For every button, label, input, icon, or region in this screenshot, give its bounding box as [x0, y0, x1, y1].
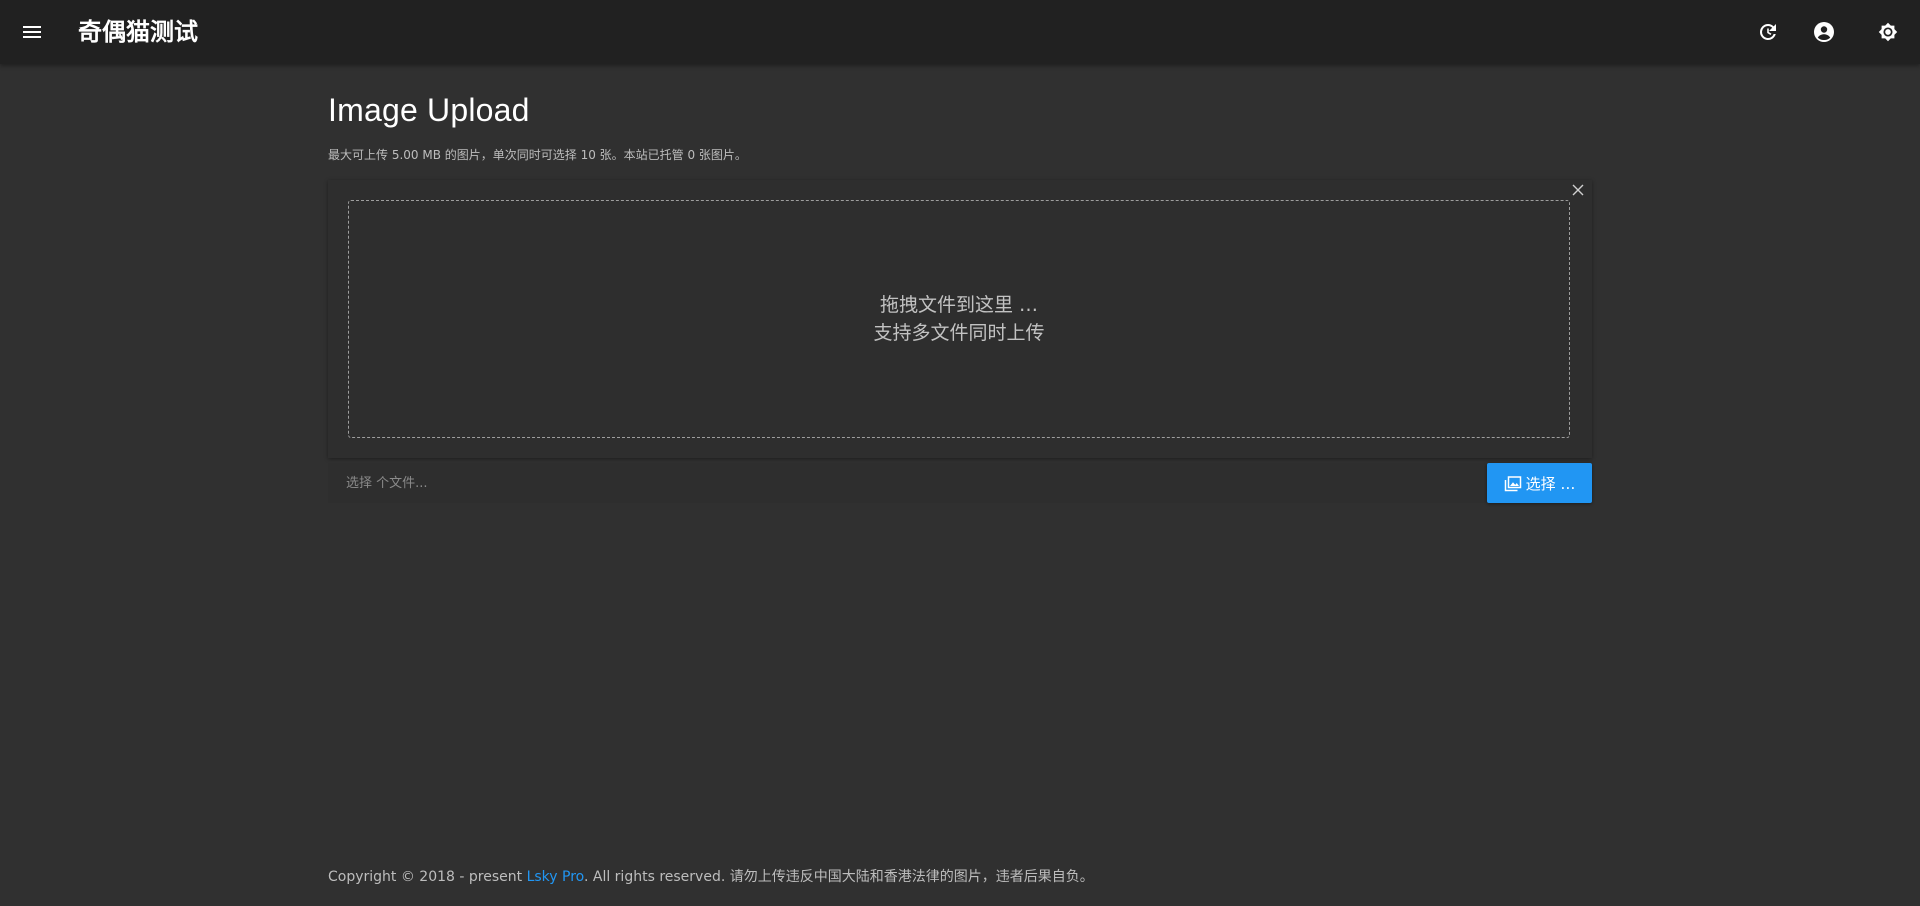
file-name-input[interactable]: [328, 463, 1487, 503]
images-icon: [1504, 476, 1521, 492]
lsky-pro-link[interactable]: Lsky Pro: [527, 869, 584, 885]
drop-zone[interactable]: 拖拽文件到这里 … 支持多文件同时上传: [348, 200, 1570, 438]
menu-icon: [23, 26, 41, 38]
upload-limits-text: 最大可上传 5.00 MB 的图片，单次同时可选择 10 张。本站已托管 0 张…: [328, 148, 747, 162]
app-title: 奇偶猫测试: [78, 18, 198, 46]
upload-card: 拖拽文件到这里 … 支持多文件同时上传: [328, 180, 1592, 458]
page-title: Image Upload: [328, 92, 530, 128]
account-button[interactable]: [1808, 16, 1840, 48]
refresh-icon: [1760, 24, 1776, 40]
theme-toggle-button[interactable]: [1872, 16, 1904, 48]
menu-button[interactable]: [16, 16, 48, 48]
brightness-icon: [1878, 22, 1898, 42]
drop-zone-hint: 拖拽文件到这里 …: [879, 294, 1039, 316]
copyright-text: Copyright © 2018 - present: [328, 869, 527, 885]
close-icon: [1572, 184, 1584, 196]
account-circle-icon: [1814, 22, 1834, 42]
select-files-button[interactable]: 选择 …: [1487, 463, 1592, 503]
footer-disclaimer: . All rights reserved. 请勿上传违反中国大陆和香港法律的图…: [583, 869, 1094, 885]
app-bar: 奇偶猫测试: [0, 0, 1920, 64]
footer: Copyright © 2018 - present Lsky Pro. All…: [328, 866, 1094, 886]
select-files-label: 选择 …: [1525, 474, 1576, 493]
refresh-button[interactable]: [1752, 16, 1784, 48]
file-picker-row: 选择 …: [328, 463, 1592, 503]
close-button[interactable]: [1570, 182, 1586, 198]
drop-zone-multi-hint: 支持多文件同时上传: [873, 322, 1045, 344]
